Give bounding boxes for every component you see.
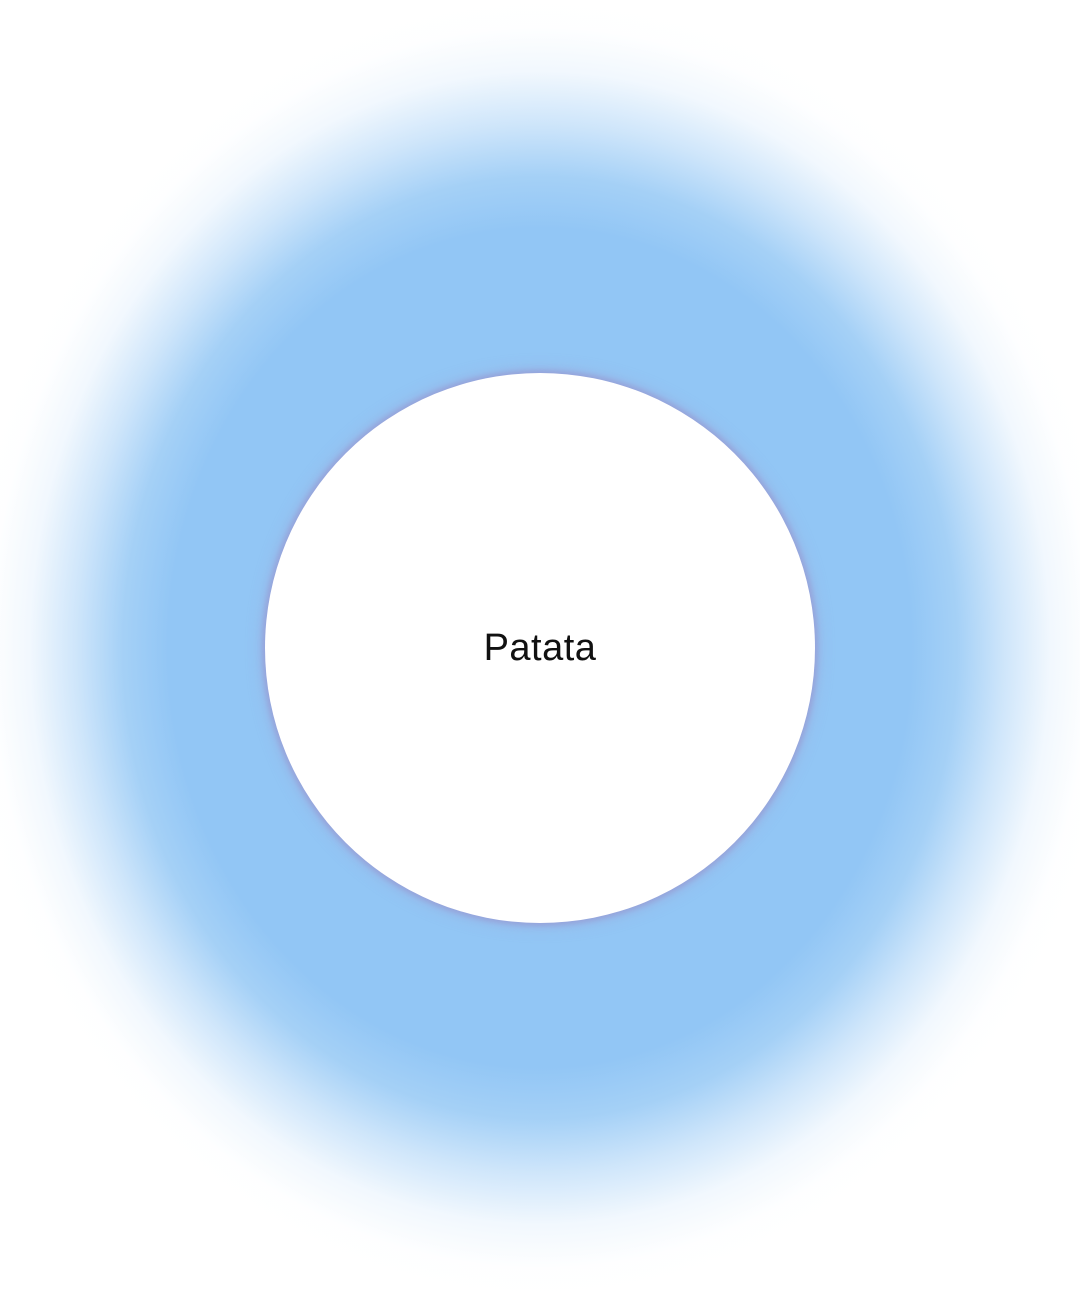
center-circle-button[interactable]: Patata	[265, 373, 815, 923]
app-screen: Patata	[0, 0, 1080, 1307]
center-circle-label: Patata	[483, 626, 597, 669]
